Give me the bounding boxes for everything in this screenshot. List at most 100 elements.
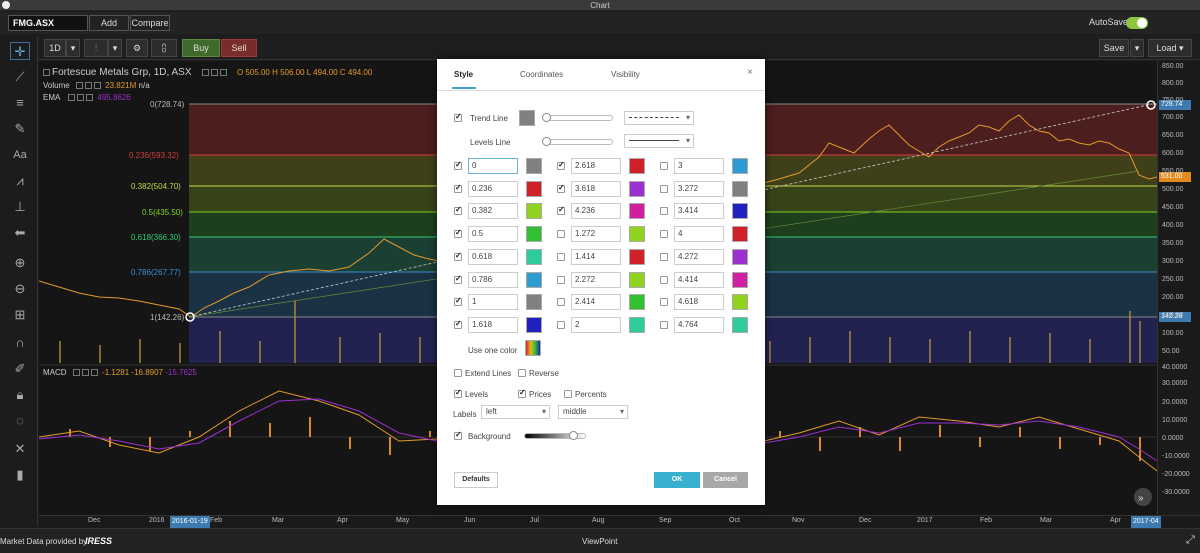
level-value-input[interactable]: 0 — [468, 158, 518, 174]
level-color-swatch[interactable] — [732, 249, 748, 265]
percents-checkbox[interactable] — [564, 390, 572, 398]
extend-lines-checkbox[interactable] — [454, 369, 462, 377]
ok-button[interactable]: OK — [654, 472, 700, 488]
settings-gear-icon[interactable]: ⚙ — [126, 39, 148, 57]
level-value-input[interactable]: 1.272 — [571, 226, 621, 242]
fullscreen-icon[interactable]: ⤢ — [1186, 534, 1195, 547]
reverse-checkbox[interactable] — [518, 369, 526, 377]
level-checkbox[interactable] — [454, 251, 462, 261]
level-value-input[interactable]: 4 — [674, 226, 724, 242]
trend-line-opacity-slider[interactable] — [543, 115, 613, 121]
tab-coordinates[interactable]: Coordinates — [520, 70, 563, 79]
levels-line-opacity-slider[interactable] — [543, 139, 613, 145]
trend-line-icon[interactable]: ⟋ — [10, 68, 30, 86]
level-color-swatch[interactable] — [526, 317, 542, 333]
tab-visibility[interactable]: Visibility — [611, 70, 640, 79]
level-checkbox[interactable] — [557, 253, 565, 261]
level-color-swatch[interactable] — [526, 249, 542, 265]
level-value-input[interactable]: 1.414 — [571, 249, 621, 265]
chart-type-icon[interactable]: ⫶ — [84, 39, 108, 57]
buy-button[interactable]: Buy — [182, 39, 220, 57]
compare-button[interactable]: Compare — [130, 15, 170, 31]
sell-button[interactable]: Sell — [221, 39, 257, 57]
level-color-swatch[interactable] — [526, 294, 542, 310]
labels-vertical-select[interactable]: middle — [558, 405, 628, 419]
level-color-swatch[interactable] — [629, 226, 645, 242]
pencil-lock-icon[interactable]: ✐ — [10, 360, 30, 378]
zoom-out-icon[interactable]: ⊖ — [10, 280, 30, 298]
level-checkbox[interactable] — [557, 205, 565, 215]
level-value-input[interactable]: 4.764 — [674, 317, 724, 333]
level-value-input[interactable]: 0.618 — [468, 249, 518, 265]
level-color-swatch[interactable] — [732, 181, 748, 197]
level-value-input[interactable]: 3.618 — [571, 181, 621, 197]
add-button[interactable]: Add — [89, 15, 129, 31]
trend-line-style-select[interactable] — [624, 111, 694, 125]
save-button[interactable]: Save — [1099, 39, 1129, 57]
time-axis[interactable]: 2016-01-19 2017-04 Dec 2016 Feb Mar Apr May Ju… — [39, 515, 1200, 528]
trend-line-checkbox[interactable] — [454, 112, 462, 122]
level-value-input[interactable]: 1 — [468, 294, 518, 310]
eye-off-icon[interactable]: ◌ — [10, 412, 30, 430]
use-one-color-swatch[interactable] — [525, 340, 541, 356]
level-checkbox[interactable] — [454, 160, 462, 170]
autosave-toggle[interactable] — [1126, 17, 1148, 29]
indicators-icon[interactable]: ⩉ — [151, 39, 177, 57]
symbol-input[interactable]: FMG.ASX — [8, 15, 88, 31]
trend-line-slider-knob[interactable] — [542, 113, 551, 122]
level-value-input[interactable]: 0.5 — [468, 226, 518, 242]
level-value-input[interactable]: 0.382 — [468, 203, 518, 219]
cancel-button[interactable]: Cancel — [703, 472, 748, 488]
magnet-icon[interactable]: ∩ — [10, 334, 30, 352]
measure-icon[interactable]: ⊞ — [10, 306, 30, 324]
level-value-input[interactable]: 2.618 — [571, 158, 621, 174]
level-value-input[interactable]: 2 — [571, 317, 621, 333]
level-checkbox[interactable] — [660, 298, 668, 306]
level-checkbox[interactable] — [660, 276, 668, 284]
levels-checkbox[interactable] — [454, 388, 462, 398]
level-color-swatch[interactable] — [629, 181, 645, 197]
level-value-input[interactable]: 4.414 — [674, 272, 724, 288]
close-icon[interactable]: × — [747, 67, 753, 78]
level-checkbox[interactable] — [454, 296, 462, 306]
pattern-icon[interactable]: ⩘ — [10, 172, 30, 190]
remove-tools-icon[interactable]: ✕ — [10, 440, 30, 458]
level-checkbox[interactable] — [557, 321, 565, 329]
level-color-swatch[interactable] — [732, 158, 748, 174]
save-chevron-down-icon[interactable]: ▾ — [1130, 39, 1144, 57]
level-checkbox[interactable] — [454, 274, 462, 284]
brush-icon[interactable]: ✎ — [10, 120, 30, 138]
level-color-swatch[interactable] — [526, 203, 542, 219]
tab-style[interactable]: Style — [451, 70, 477, 89]
zoom-in-icon[interactable]: ⊕ — [10, 254, 30, 272]
level-checkbox[interactable] — [660, 253, 668, 261]
level-value-input[interactable]: 2.414 — [571, 294, 621, 310]
level-color-swatch[interactable] — [629, 294, 645, 310]
interval-select[interactable]: 1D — [44, 39, 66, 57]
level-color-swatch[interactable] — [526, 181, 542, 197]
level-color-swatch[interactable] — [629, 317, 645, 333]
price-axis[interactable]: 728.74 531.00 142.26 850.00 800.00 750.00 7… — [1157, 61, 1200, 515]
level-checkbox[interactable] — [557, 230, 565, 238]
level-value-input[interactable]: 2.272 — [571, 272, 621, 288]
level-checkbox[interactable] — [660, 321, 668, 329]
level-color-swatch[interactable] — [732, 317, 748, 333]
level-checkbox[interactable] — [454, 183, 462, 193]
level-color-swatch[interactable] — [526, 158, 542, 174]
fib-icon[interactable]: ⊥ — [10, 198, 30, 216]
level-checkbox[interactable] — [557, 160, 565, 170]
level-value-input[interactable]: 4.272 — [674, 249, 724, 265]
levels-line-slider-knob[interactable] — [542, 137, 551, 146]
level-color-swatch[interactable] — [732, 294, 748, 310]
lock-icon[interactable]: 🔒︎ — [10, 386, 30, 404]
level-value-input[interactable]: 3.414 — [674, 203, 724, 219]
level-color-swatch[interactable] — [629, 158, 645, 174]
defaults-button[interactable]: Defaults — [454, 472, 498, 488]
level-checkbox[interactable] — [454, 319, 462, 329]
level-value-input[interactable]: 3.272 — [674, 181, 724, 197]
trend-line-color[interactable] — [519, 110, 535, 126]
level-checkbox[interactable] — [557, 183, 565, 193]
arrow-left-icon[interactable]: ⬅ — [10, 224, 30, 242]
levels-line-style-select[interactable] — [624, 134, 694, 148]
level-checkbox[interactable] — [660, 185, 668, 193]
